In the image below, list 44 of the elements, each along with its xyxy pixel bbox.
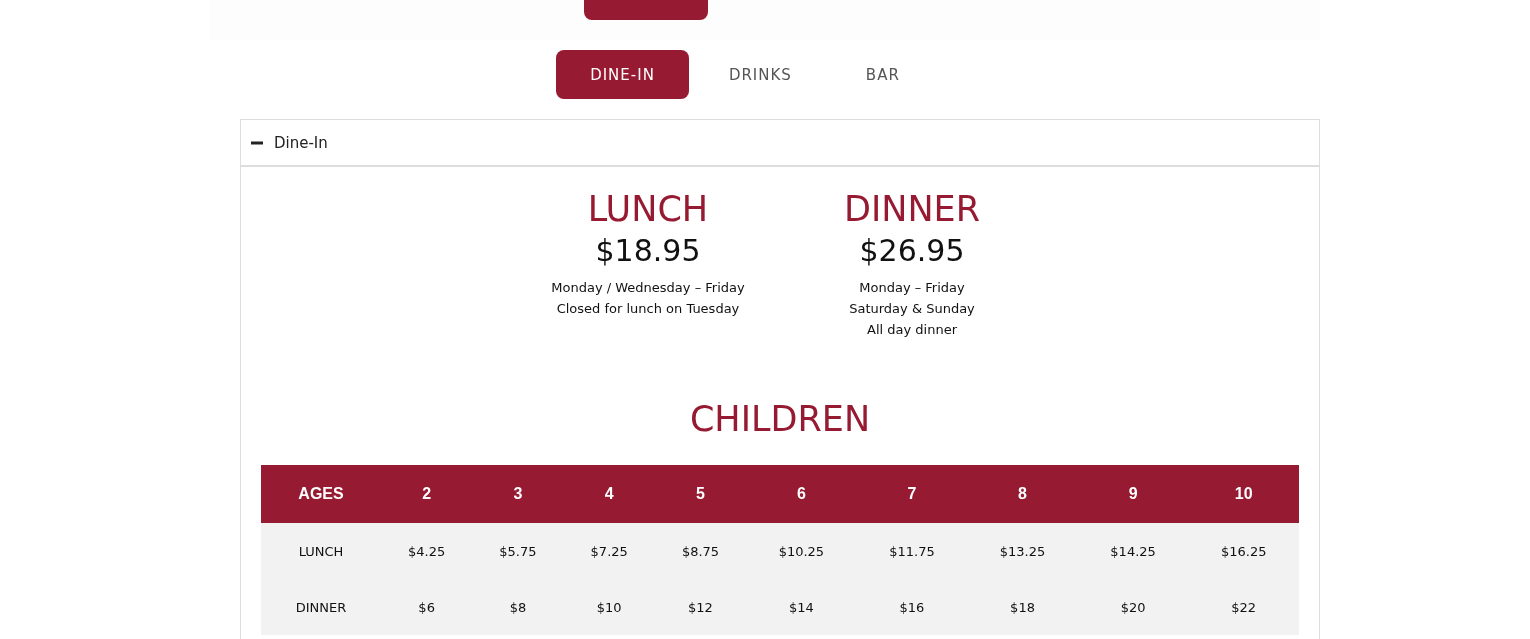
table-cell: $8 [472, 579, 564, 635]
meal-note: Monday – Friday [858, 279, 966, 297]
column-header: 5 [654, 465, 747, 523]
meal-note: All day dinner [866, 321, 958, 339]
table-cell: $4.25 [381, 523, 473, 579]
column-header: 8 [967, 465, 1078, 523]
table-cell: $16.25 [1188, 523, 1299, 579]
column-header: AGES [261, 465, 381, 523]
table-cell: $16 [856, 579, 968, 635]
column-header: 3 [472, 465, 564, 523]
meal-title: DINNER [842, 188, 982, 231]
meal-title: LUNCH [586, 188, 710, 231]
column-header: 4 [563, 465, 655, 523]
table-cell: $14.25 [1077, 523, 1189, 579]
table-cell: $20 [1077, 579, 1189, 635]
table-cell: $11.75 [856, 523, 968, 579]
table-cell: $8.75 [654, 523, 747, 579]
table-cell: $10.25 [746, 523, 857, 579]
table-cell: $5.75 [472, 523, 564, 579]
cropped-button[interactable] [584, 0, 708, 20]
table-cell: $22 [1188, 579, 1299, 635]
meal-note: Monday / Wednesday – Friday [550, 279, 746, 297]
table-cell: $13.25 [967, 523, 1078, 579]
column-header: 10 [1188, 465, 1299, 523]
column-header: 6 [746, 465, 857, 523]
column-header: 7 [856, 465, 968, 523]
menu-tab[interactable]: DINE-IN [556, 50, 689, 99]
meal-price: $26.95 [858, 232, 966, 270]
table-cell: $18 [967, 579, 1078, 635]
menu-tab[interactable]: BAR [831, 50, 934, 99]
column-header: 9 [1077, 465, 1189, 523]
table-cell: LUNCH [261, 523, 381, 579]
table-cell: $6 [381, 579, 473, 635]
children-title: CHILDREN [688, 398, 872, 441]
meal-price: $18.95 [594, 232, 702, 270]
meal-note: Closed for lunch on Tuesday [555, 300, 741, 318]
table-cell: DINNER [261, 579, 381, 635]
table-cell: $14 [746, 579, 857, 635]
table-cell: $12 [654, 579, 747, 635]
column-header: 2 [381, 465, 473, 523]
table-cell: $10 [563, 579, 655, 635]
table-cell: $7.25 [563, 523, 655, 579]
menu-tab[interactable]: DRINKS [694, 50, 826, 99]
meal-note: Saturday & Sunday [848, 300, 976, 318]
